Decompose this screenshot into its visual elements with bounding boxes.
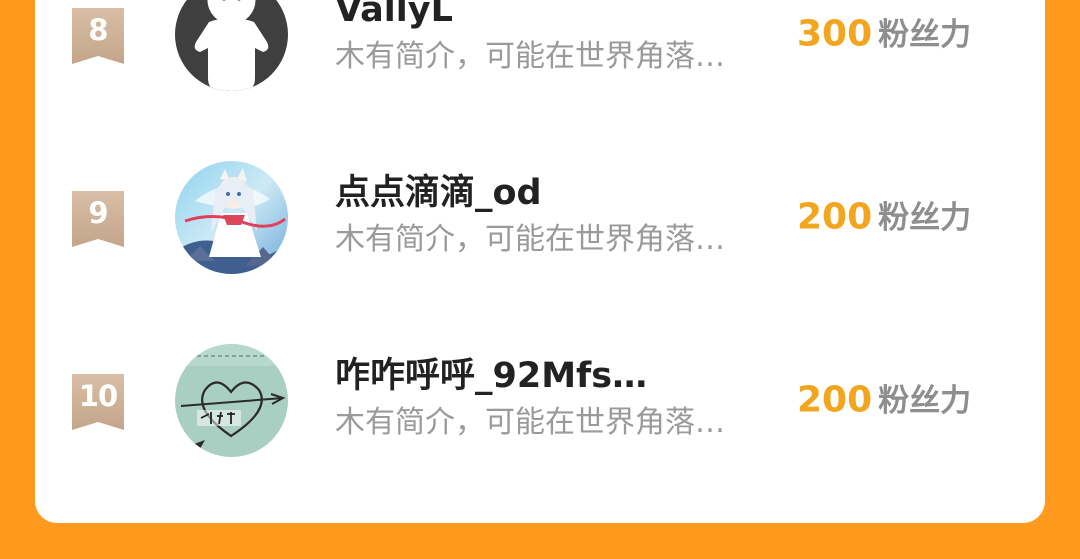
rank-number: 9	[88, 196, 108, 230]
username[interactable]: VallyL	[335, 0, 453, 32]
fans-power: 200 粉丝力	[797, 378, 971, 423]
username[interactable]: 点点滴滴_od	[335, 171, 542, 215]
user-bio: 木有简介，可能在世界角落…	[335, 405, 725, 440]
ranking-row[interactable]: 8 VallyL 木有简介，可能在世界角落… 300 粉丝力	[35, 0, 1045, 120]
fans-value: 200	[797, 196, 873, 238]
ranking-card: 8 VallyL 木有简介，可能在世界角落… 300 粉丝力 9 点点滴滴_od…	[35, 0, 1045, 523]
ranking-row[interactable]: 9 点点滴滴_od 木有简介，可能在世界角落… 200 粉丝力	[35, 143, 1045, 303]
fans-label: 粉丝力	[878, 382, 972, 419]
rank-ribbon-badge: 10	[72, 374, 124, 430]
anime-girl-avatar-icon	[175, 161, 288, 274]
fans-value: 200	[797, 379, 873, 421]
fans-power: 300 粉丝力	[797, 12, 971, 57]
rank-ribbon-badge: 9	[72, 191, 124, 247]
fans-label: 粉丝力	[878, 16, 972, 53]
fans-power: 200 粉丝力	[797, 195, 971, 240]
rank-number: 10	[78, 379, 118, 413]
fans-value: 300	[797, 13, 873, 55]
default-person-avatar-icon	[175, 0, 288, 91]
user-bio: 木有简介，可能在世界角落…	[335, 222, 725, 257]
user-avatar[interactable]	[175, 0, 288, 91]
username[interactable]: 咋咋呼呼_92Mfs…	[335, 354, 647, 398]
user-avatar[interactable]	[175, 344, 288, 457]
rank-number: 8	[88, 13, 108, 47]
user-avatar[interactable]	[175, 161, 288, 274]
ranking-row[interactable]: 10 咋咋呼呼_92Mfs… 木有简介，可能在世界角落… 200 粉丝力	[35, 326, 1045, 486]
user-bio: 木有简介，可能在世界角落…	[335, 39, 725, 74]
fans-label: 粉丝力	[878, 199, 972, 236]
heart-sketch-avatar-icon	[175, 344, 288, 457]
rank-ribbon-badge: 8	[72, 8, 124, 64]
